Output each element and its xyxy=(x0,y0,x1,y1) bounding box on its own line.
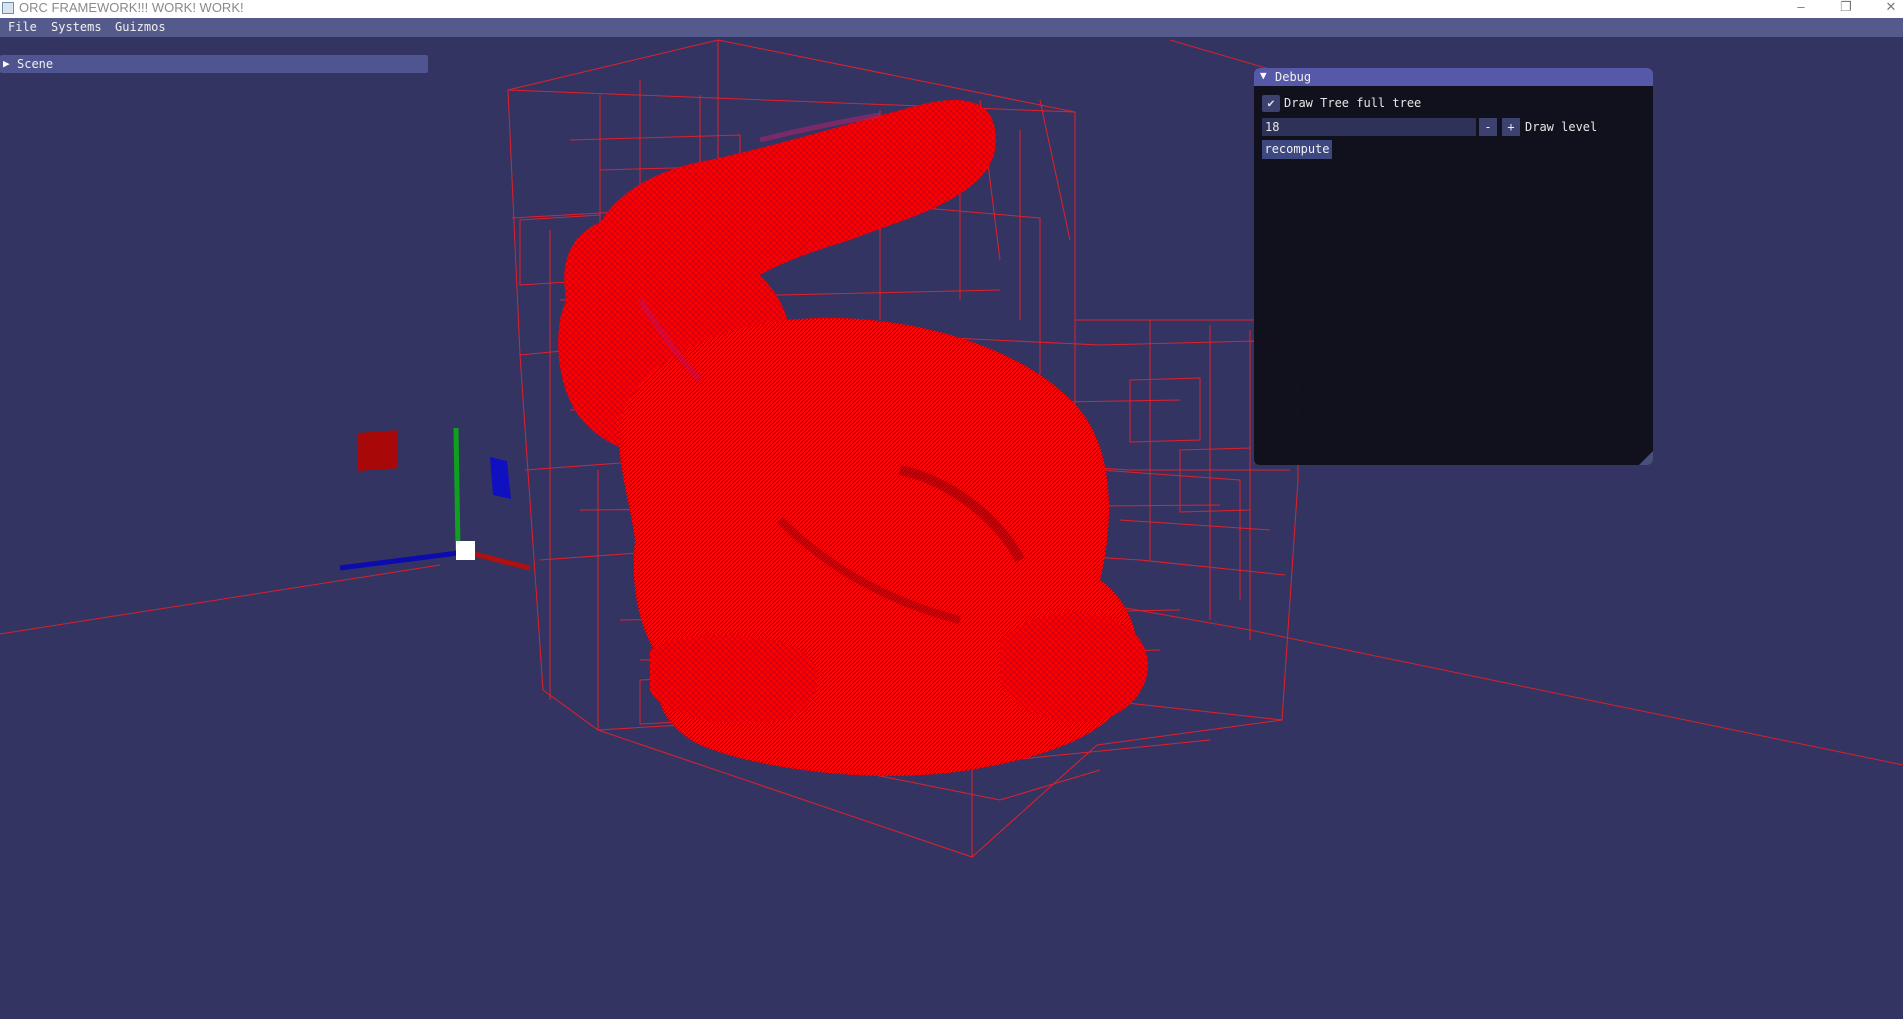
draw-level-decrement-button[interactable]: - xyxy=(1479,118,1497,136)
maximize-button[interactable]: ❐ xyxy=(1823,0,1869,18)
title-bar: ORC FRAMEWORK!!! WORK! WORK! – ❐ ✕ xyxy=(0,0,1903,18)
checkmark-icon: ✔ xyxy=(1267,96,1275,110)
gizmo-y-axis[interactable] xyxy=(453,427,461,551)
draw-tree-label: Draw Tree full tree xyxy=(1284,96,1422,110)
gizmo-plane-xy[interactable] xyxy=(358,430,398,471)
gizmo-center-handle[interactable] xyxy=(456,541,475,560)
window-title: ORC FRAMEWORK!!! WORK! WORK! xyxy=(19,0,244,15)
gizmo-plane-yz[interactable] xyxy=(490,457,511,499)
close-button[interactable]: ✕ xyxy=(1868,0,1903,18)
gizmo-z-axis[interactable] xyxy=(339,549,467,571)
menu-guizmos[interactable]: Guizmos xyxy=(115,18,166,37)
bunny-mesh xyxy=(558,100,1148,776)
resize-grip[interactable] xyxy=(1639,451,1653,465)
debug-window-header[interactable]: ▼ Debug xyxy=(1254,68,1653,86)
draw-tree-checkbox[interactable]: ✔ xyxy=(1262,95,1280,112)
menu-systems[interactable]: Systems xyxy=(51,18,102,37)
transform-gizmo[interactable] xyxy=(339,427,531,571)
draw-level-label: Draw level xyxy=(1525,120,1598,134)
recompute-button[interactable]: recompute xyxy=(1262,140,1332,159)
menu-file[interactable]: File xyxy=(8,18,37,37)
debug-window-title: Debug xyxy=(1275,70,1312,84)
triangle-right-icon: ▶ xyxy=(3,57,10,70)
scene-panel-header[interactable]: ▶ Scene xyxy=(0,55,428,73)
app-window-icon xyxy=(2,2,14,14)
menu-bar: File Systems Guizmos xyxy=(0,18,1903,37)
triangle-down-icon[interactable]: ▼ xyxy=(1260,69,1267,82)
gizmo-x-axis[interactable] xyxy=(465,549,531,571)
minimize-button[interactable]: – xyxy=(1778,0,1824,18)
draw-level-input[interactable]: 18 xyxy=(1262,118,1476,136)
draw-level-increment-button[interactable]: + xyxy=(1502,118,1520,136)
debug-window: ▼ Debug ✔ Draw Tree full tree 18 - + Dra… xyxy=(1254,68,1653,465)
scene-panel-title: Scene xyxy=(17,57,54,71)
